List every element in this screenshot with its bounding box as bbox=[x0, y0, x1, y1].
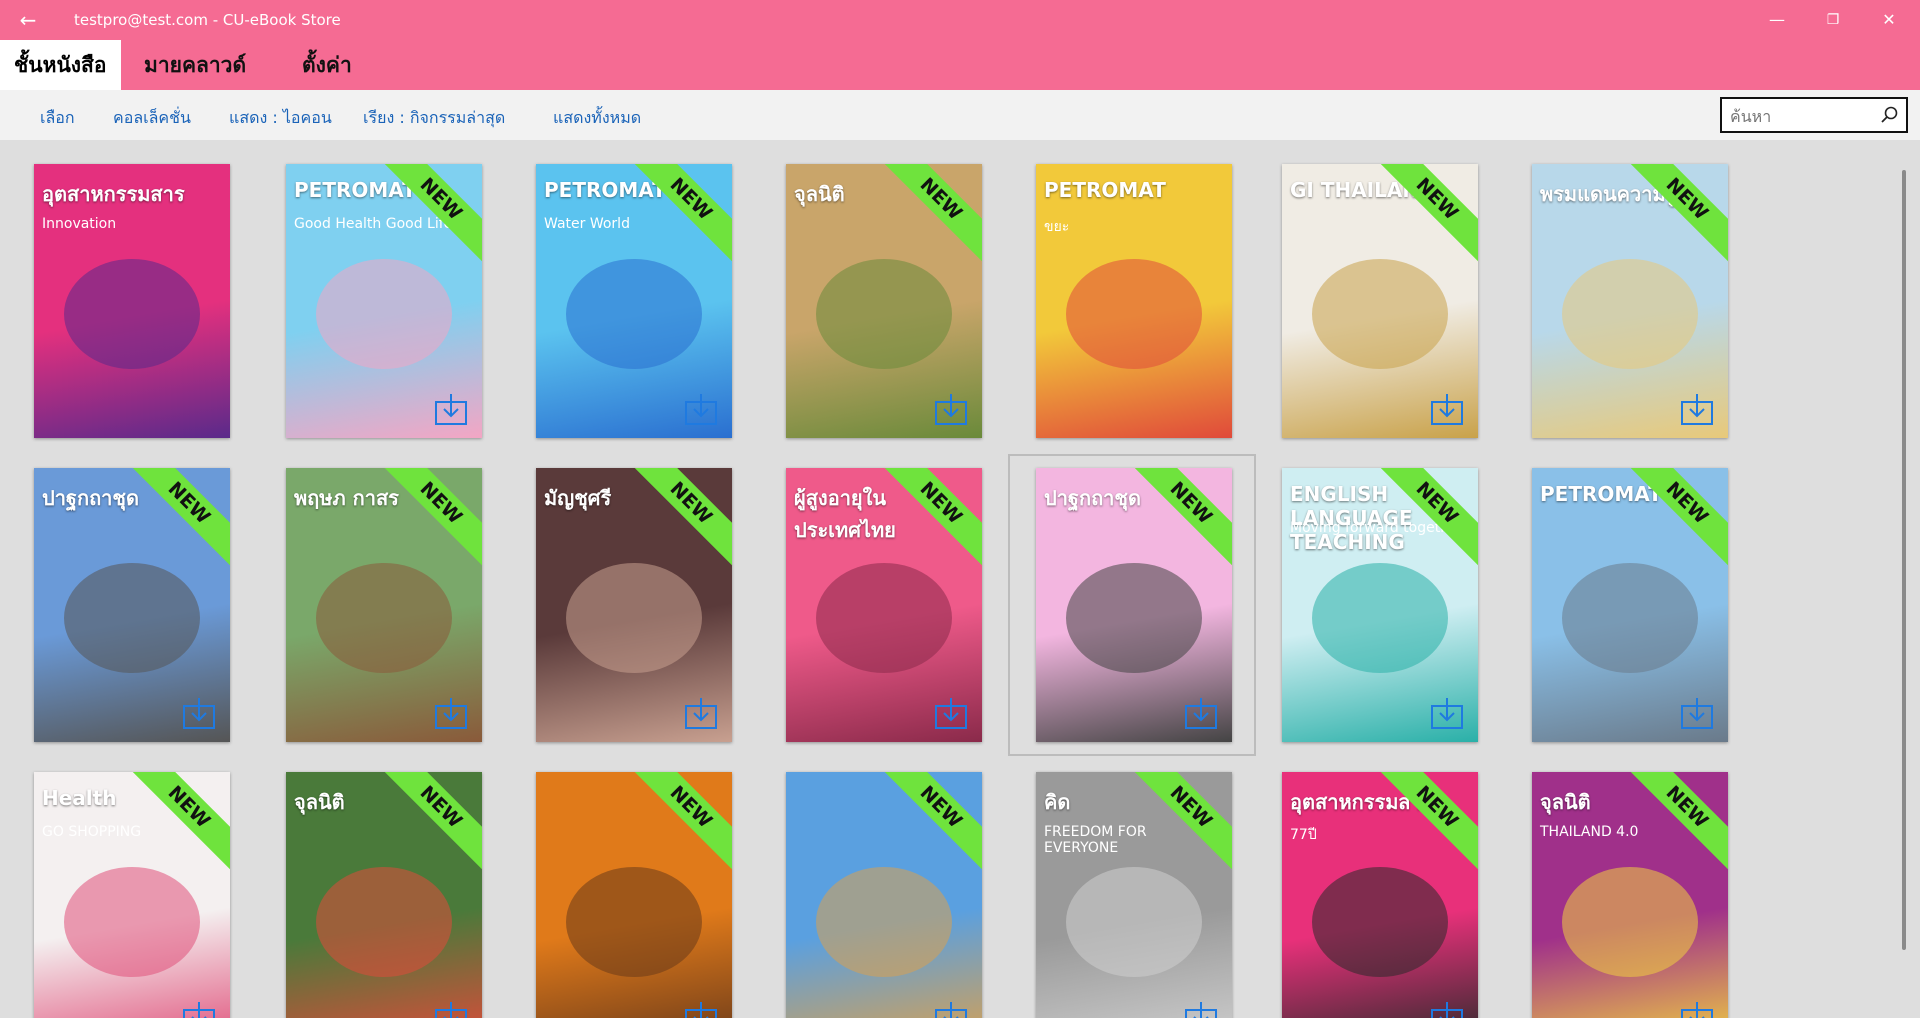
cover-art bbox=[566, 259, 702, 369]
cover-art bbox=[1066, 259, 1202, 369]
search-box[interactable] bbox=[1720, 97, 1908, 133]
book-cover[interactable]: คิด FREEDOM FOR EVERYONE NEW bbox=[1036, 772, 1232, 1018]
view-mode-button[interactable]: แสดง : ไอคอน bbox=[229, 106, 332, 131]
download-icon[interactable] bbox=[1184, 1000, 1218, 1018]
book-grid: อุตสาหกรรมสาร Innovation PETROMAT Good Heal… bbox=[0, 140, 1900, 1018]
cover-art bbox=[566, 563, 702, 673]
close-button[interactable]: ✕ bbox=[1866, 0, 1912, 40]
back-arrow-icon[interactable]: ← bbox=[12, 6, 44, 34]
book-cover[interactable]: Health GO SHOPPING NEW bbox=[34, 772, 230, 1018]
book-cover[interactable]: ผู้สูงอายุในประเทศไทย NEW bbox=[786, 468, 982, 742]
download-icon[interactable] bbox=[434, 1000, 468, 1018]
restore-button[interactable]: ❐ bbox=[1810, 0, 1856, 40]
download-icon[interactable] bbox=[1430, 1000, 1464, 1018]
cover-art bbox=[566, 867, 702, 977]
toolbar: เลือก คอลเล็คชั่น แสดง : ไอคอน เรียง : ก… bbox=[0, 90, 1920, 140]
book-cover[interactable]: พรมแดนความรู้ NEW bbox=[1532, 164, 1728, 438]
book-cover[interactable]: PETROMAT NEW bbox=[1532, 468, 1728, 742]
cover-art bbox=[64, 563, 200, 673]
tab-settings[interactable]: ตั้งค่า bbox=[288, 40, 366, 90]
download-icon[interactable] bbox=[182, 1000, 216, 1018]
cover-art bbox=[1066, 563, 1202, 673]
book-cover[interactable]: จุลนิติ THAILAND 4.0 NEW bbox=[1532, 772, 1728, 1018]
download-icon[interactable] bbox=[1680, 392, 1714, 426]
download-icon[interactable] bbox=[934, 392, 968, 426]
cover-art bbox=[64, 259, 200, 369]
nav-bar: ชั้นหนังสือ มายคลาวด์ ตั้งค่า bbox=[0, 40, 1920, 90]
cover-art bbox=[1562, 259, 1698, 369]
sort-button[interactable]: เรียง : กิจกรรมล่าสุด bbox=[363, 106, 505, 131]
cover-art bbox=[816, 259, 952, 369]
show-all-button[interactable]: แสดงทั้งหมด bbox=[553, 106, 641, 131]
cover-art bbox=[1562, 867, 1698, 977]
book-cover[interactable]: ENGLISH LANGUAGE TEACHING Moving forward … bbox=[1282, 468, 1478, 742]
download-icon[interactable] bbox=[1680, 696, 1714, 730]
vertical-scrollbar[interactable] bbox=[1902, 170, 1906, 950]
download-icon[interactable] bbox=[1430, 696, 1464, 730]
download-icon[interactable] bbox=[934, 1000, 968, 1018]
book-subtitle: Innovation bbox=[42, 216, 117, 232]
book-cover[interactable]: มัญชุศรี NEW bbox=[536, 468, 732, 742]
book-cover[interactable]: จุลนิติ NEW bbox=[286, 772, 482, 1018]
book-cover[interactable]: PETROMAT ขยะ bbox=[1036, 164, 1232, 438]
cover-art bbox=[64, 867, 200, 977]
download-icon[interactable] bbox=[1184, 696, 1218, 730]
book-cover[interactable]: PETROMAT Water World NEW bbox=[536, 164, 732, 438]
download-icon[interactable] bbox=[434, 392, 468, 426]
download-icon[interactable] bbox=[684, 392, 718, 426]
book-title: PETROMAT bbox=[1044, 178, 1166, 202]
download-icon[interactable] bbox=[684, 696, 718, 730]
book-cover[interactable]: อุตสาหกรรมสาร Innovation bbox=[34, 164, 230, 438]
book-cover[interactable]: NEW bbox=[536, 772, 732, 1018]
book-cover[interactable]: GI THAILAND NEW bbox=[1282, 164, 1478, 438]
cover-art bbox=[316, 867, 452, 977]
book-subtitle: ขยะ bbox=[1044, 219, 1070, 235]
book-cover[interactable]: จุลนิติ NEW bbox=[786, 164, 982, 438]
book-cover[interactable]: ปาฐกถาชุด NEW bbox=[1036, 468, 1232, 742]
book-cover[interactable]: ปาฐกถาชุด NEW bbox=[34, 468, 230, 742]
cover-art bbox=[1312, 867, 1448, 977]
new-ribbon: NEW bbox=[627, 772, 732, 871]
cover-art bbox=[1312, 563, 1448, 673]
download-icon[interactable] bbox=[934, 696, 968, 730]
cover-art bbox=[816, 867, 952, 977]
book-cover[interactable]: NEW bbox=[786, 772, 982, 1018]
cover-art bbox=[316, 563, 452, 673]
tab-bookshelf[interactable]: ชั้นหนังสือ bbox=[0, 40, 121, 90]
collection-button[interactable]: คอลเล็คชั่น bbox=[113, 106, 191, 131]
download-icon[interactable] bbox=[1680, 1000, 1714, 1018]
window-title: testpro@test.com - CU-eBook Store bbox=[74, 11, 341, 29]
new-ribbon: NEW bbox=[877, 772, 982, 871]
download-icon[interactable] bbox=[1430, 392, 1464, 426]
minimize-button[interactable]: — bbox=[1754, 0, 1800, 40]
book-cover[interactable]: พฤษภ กาสร NEW bbox=[286, 468, 482, 742]
search-input[interactable] bbox=[1728, 104, 1882, 128]
search-icon[interactable] bbox=[1880, 105, 1900, 125]
book-cover[interactable]: อุตสาหกรรมสาร 77ปี NEW bbox=[1282, 772, 1478, 1018]
cover-art bbox=[816, 563, 952, 673]
book-cover[interactable]: PETROMAT Good Health Good Life NEW bbox=[286, 164, 482, 438]
download-icon[interactable] bbox=[434, 696, 468, 730]
select-button[interactable]: เลือก bbox=[40, 106, 75, 131]
cover-art bbox=[1066, 867, 1202, 977]
download-icon[interactable] bbox=[182, 696, 216, 730]
title-bar: ← testpro@test.com - CU-eBook Store — ❐ … bbox=[0, 0, 1920, 40]
cover-art bbox=[1312, 259, 1448, 369]
cover-art bbox=[1562, 563, 1698, 673]
tab-mycloud[interactable]: มายคลาวด์ bbox=[130, 40, 260, 90]
download-icon[interactable] bbox=[684, 1000, 718, 1018]
book-title: อุตสาหกรรมสาร bbox=[42, 182, 185, 206]
cover-art bbox=[316, 259, 452, 369]
